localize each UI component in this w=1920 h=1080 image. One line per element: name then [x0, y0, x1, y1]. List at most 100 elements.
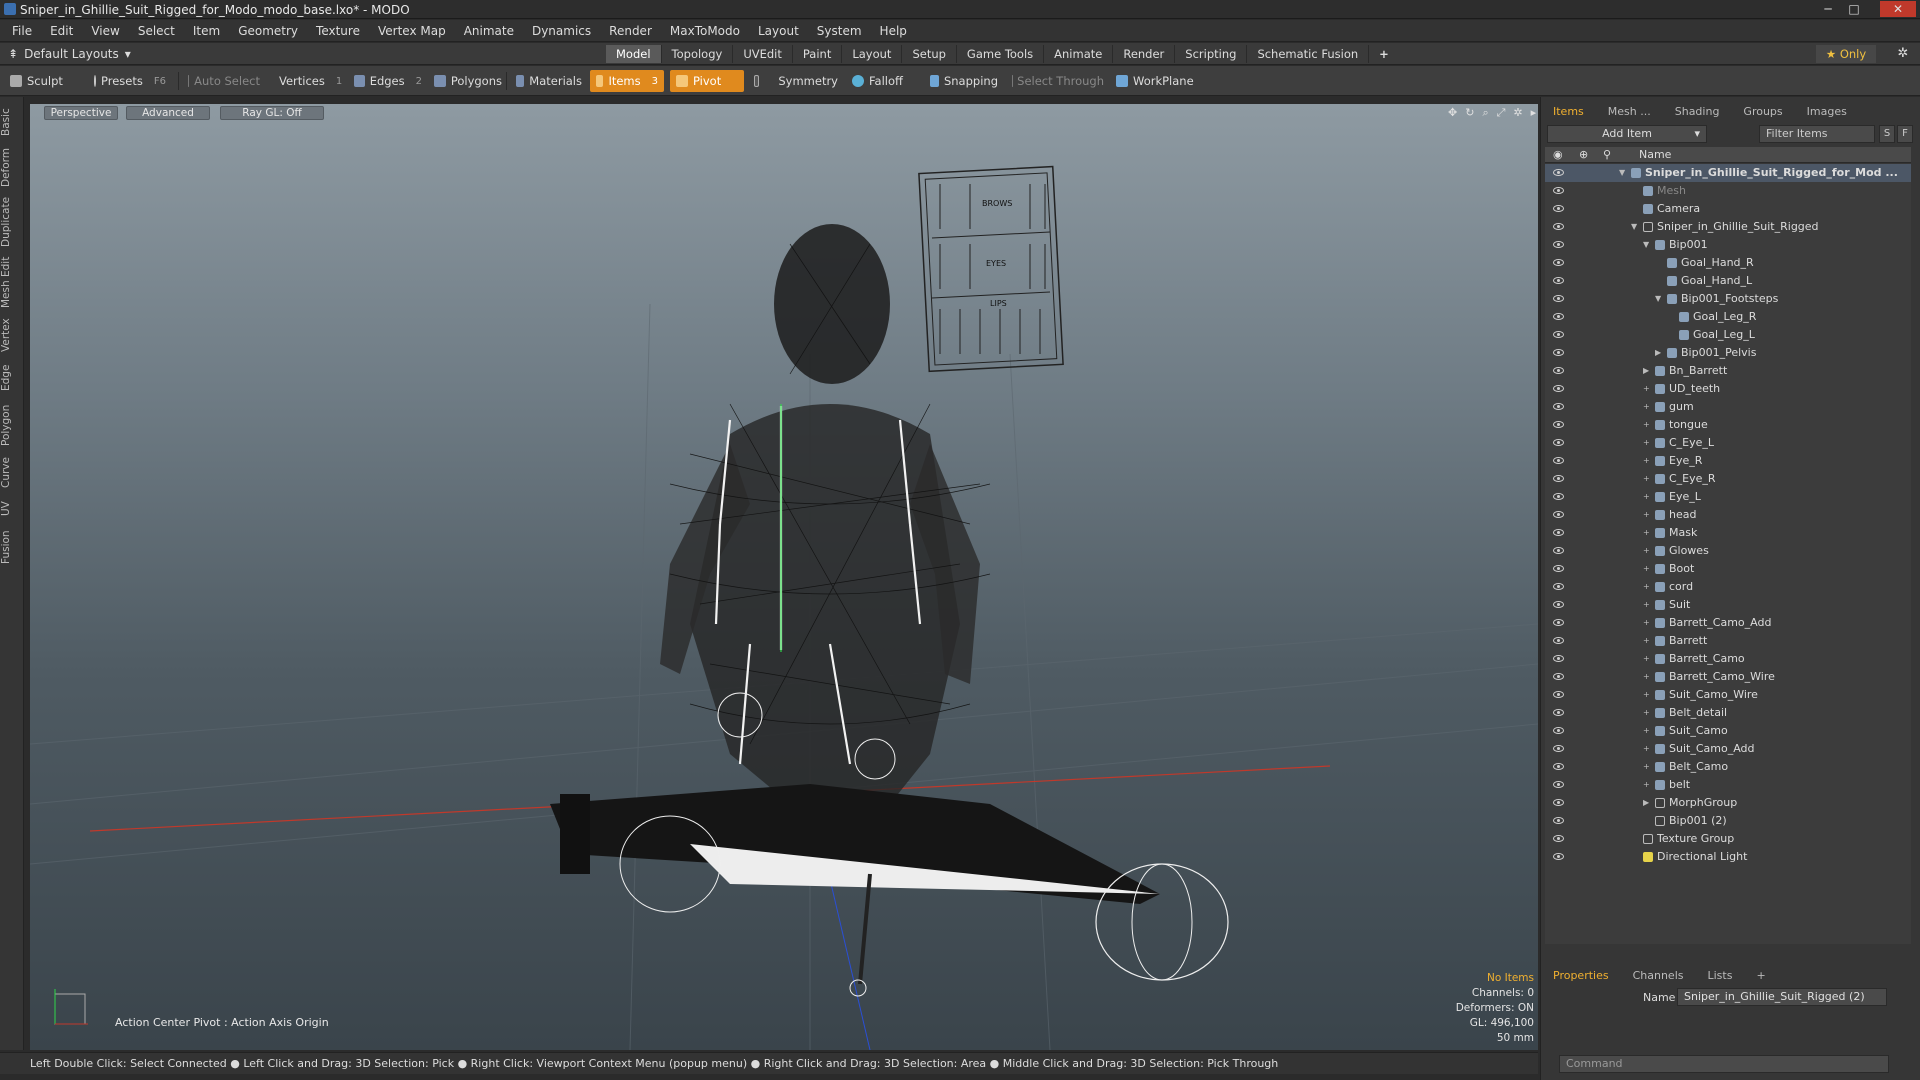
expand-toggle-icon[interactable]: + — [1643, 560, 1650, 578]
menu-edit[interactable]: Edit — [50, 24, 73, 38]
item-row[interactable]: + Eye_L — [1545, 488, 1911, 506]
tab-animate[interactable]: Animate — [1044, 45, 1114, 63]
eye-icon[interactable] — [1553, 781, 1564, 788]
eye-icon[interactable] — [1553, 745, 1564, 752]
tab-channels[interactable]: Channels — [1621, 967, 1696, 985]
item-row[interactable]: Texture Group — [1545, 830, 1911, 848]
lefttab-duplicate[interactable]: Duplicate — [0, 195, 24, 249]
item-row[interactable]: + head — [1545, 506, 1911, 524]
item-row[interactable]: ▼ Bip001_Footsteps — [1545, 290, 1911, 308]
snapping-button[interactable]: Snapping — [924, 70, 1004, 92]
expand-toggle-icon[interactable]: ▼ — [1619, 164, 1625, 182]
item-row[interactable]: + C_Eye_L — [1545, 434, 1911, 452]
eye-icon[interactable] — [1553, 727, 1564, 734]
menu-help[interactable]: Help — [880, 24, 907, 38]
eye-icon[interactable] — [1553, 673, 1564, 680]
eye-icon[interactable] — [1553, 475, 1564, 482]
item-row[interactable]: + Belt_Camo — [1545, 758, 1911, 776]
expand-toggle-icon[interactable]: + — [1643, 668, 1650, 686]
tab-model[interactable]: Model — [606, 45, 662, 63]
item-row[interactable]: Camera — [1545, 200, 1911, 218]
eye-icon[interactable] — [1553, 169, 1564, 176]
pan-icon[interactable]: ✥ — [1448, 106, 1457, 120]
item-row[interactable]: Mesh — [1545, 182, 1911, 200]
item-row[interactable]: Goal_Hand_L — [1545, 272, 1911, 290]
3d-viewport[interactable]: BROWS EYES LIPS — [30, 104, 1538, 1050]
lock-column-icon[interactable]: ⊕ — [1579, 147, 1588, 163]
expand-toggle-icon[interactable]: + — [1643, 578, 1650, 596]
expand-toggle-icon[interactable]: ▼ — [1643, 236, 1649, 254]
tab-groups[interactable]: Groups — [1731, 103, 1794, 121]
expand-toggle-icon[interactable]: + — [1643, 740, 1650, 758]
menu-view[interactable]: View — [91, 24, 119, 38]
item-row[interactable]: ▼ Bip001 — [1545, 236, 1911, 254]
expand-toggle-icon[interactable]: + — [1643, 776, 1650, 794]
eye-icon[interactable] — [1553, 565, 1564, 572]
viewport-arrow-icon[interactable]: ▸ — [1531, 106, 1537, 120]
lefttab-fusion[interactable]: Fusion — [0, 527, 24, 567]
rifle-mesh[interactable] — [550, 784, 1229, 997]
item-row[interactable]: ▶ Bip001_Pelvis — [1545, 344, 1911, 362]
tab-game-tools[interactable]: Game Tools — [957, 45, 1045, 63]
only-button[interactable]: ★ Only — [1816, 45, 1876, 63]
eye-icon[interactable] — [1553, 601, 1564, 608]
eye-icon[interactable] — [1553, 817, 1564, 824]
face-rig-panel[interactable]: BROWS EYES LIPS — [918, 165, 1064, 373]
viewport-gear-icon[interactable]: ✲ — [1513, 106, 1522, 120]
eye-icon[interactable] — [1553, 295, 1564, 302]
zoom-icon[interactable]: ⌕ — [1482, 106, 1488, 120]
eye-icon[interactable] — [1553, 277, 1564, 284]
advanced-button[interactable]: Advanced — [126, 106, 210, 120]
eye-icon[interactable] — [1553, 457, 1564, 464]
eye-icon[interactable] — [1553, 511, 1564, 518]
item-row[interactable]: + Belt_detail — [1545, 704, 1911, 722]
tab-lists[interactable]: Lists — [1696, 967, 1745, 985]
expand-toggle-icon[interactable]: + — [1643, 398, 1650, 416]
menu-geometry[interactable]: Geometry — [238, 24, 298, 38]
item-row[interactable]: + Barrett_Camo_Add — [1545, 614, 1911, 632]
tab-scripting[interactable]: Scripting — [1175, 45, 1248, 63]
polygons-button[interactable]: Polygons — [428, 70, 508, 92]
materials-button[interactable]: Materials — [510, 70, 588, 92]
eye-icon[interactable] — [1553, 709, 1564, 716]
lefttab-vertex[interactable]: Vertex — [0, 315, 24, 355]
item-row[interactable]: ▶ Bn_Barrett — [1545, 362, 1911, 380]
sculpt-button[interactable]: Sculpt — [4, 70, 84, 92]
expand-toggle-icon[interactable]: ▼ — [1655, 290, 1661, 308]
eye-icon[interactable] — [1553, 691, 1564, 698]
expand-toggle-icon[interactable]: + — [1643, 506, 1650, 524]
eye-icon[interactable] — [1553, 241, 1564, 248]
lefttab-mesh-edit[interactable]: Mesh Edit — [0, 255, 24, 309]
menu-item[interactable]: Item — [193, 24, 220, 38]
eye-icon[interactable] — [1553, 421, 1564, 428]
eye-icon[interactable] — [1553, 799, 1564, 806]
eye-icon[interactable] — [1553, 223, 1564, 230]
auto-select-button[interactable]: Auto Select — [182, 70, 266, 92]
item-row[interactable]: ▼ Sniper_in_Ghillie_Suit_Rigged_for_Mod .… — [1545, 164, 1911, 182]
tab-properties[interactable]: Properties — [1541, 967, 1621, 985]
item-row[interactable]: + Barrett_Camo_Wire — [1545, 668, 1911, 686]
eye-icon[interactable] — [1553, 853, 1564, 860]
item-row[interactable]: + Glowes — [1545, 542, 1911, 560]
menu-dynamics[interactable]: Dynamics — [532, 24, 591, 38]
eye-icon[interactable] — [1553, 529, 1564, 536]
eye-icon[interactable] — [1553, 439, 1564, 446]
eye-icon[interactable] — [1553, 349, 1564, 356]
item-row[interactable]: + tongue — [1545, 416, 1911, 434]
lefttab-curve[interactable]: Curve — [0, 455, 24, 491]
item-row[interactable]: + Suit_Camo_Add — [1545, 740, 1911, 758]
eye-icon[interactable] — [1553, 403, 1564, 410]
eye-icon[interactable] — [1553, 583, 1564, 590]
falloff-button[interactable]: Falloff — [846, 70, 920, 92]
item-row[interactable]: + C_Eye_R — [1545, 470, 1911, 488]
expand-toggle-icon[interactable]: ▼ — [1631, 218, 1637, 236]
eye-icon[interactable] — [1553, 367, 1564, 374]
menu-animate[interactable]: Animate — [464, 24, 514, 38]
expand-toggle-icon[interactable]: + — [1643, 686, 1650, 704]
item-row[interactable]: Bip001 (2) — [1545, 812, 1911, 830]
tab-mesh[interactable]: Mesh ... — [1596, 103, 1663, 121]
expand-toggle-icon[interactable]: ▶ — [1643, 362, 1649, 380]
tab-setup[interactable]: Setup — [902, 45, 957, 63]
item-row[interactable]: + Barrett — [1545, 632, 1911, 650]
lefttab-uv[interactable]: UV — [0, 497, 24, 521]
